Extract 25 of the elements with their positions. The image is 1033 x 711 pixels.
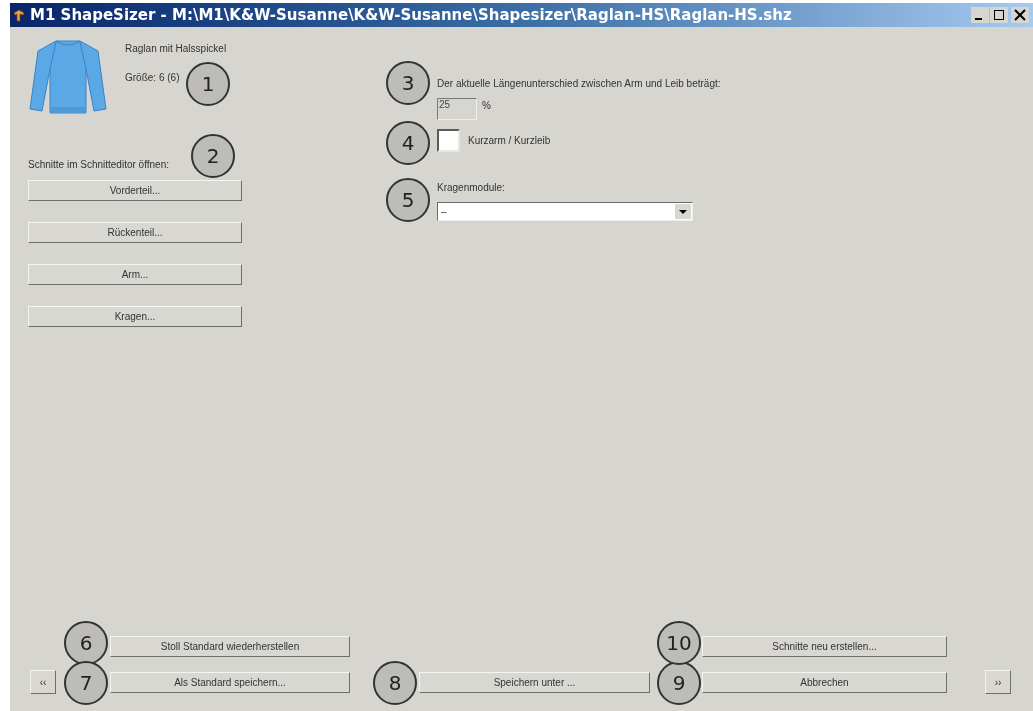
length-difference-label: Der aktuelle Längenunterschied zwischen Arm und Leib beträgt:	[437, 77, 721, 91]
editor-button[interactable]: Vorderteil...	[28, 180, 242, 201]
checkbox-label: Kurzarm / Kurzleib	[468, 134, 551, 148]
garment-name: Raglan mit Halsspickel	[125, 42, 227, 56]
percent-unit: %	[482, 99, 491, 113]
cancel-button[interactable]: Abbrechen	[702, 671, 947, 693]
checkbox[interactable]	[437, 129, 460, 152]
maximize-icon[interactable]	[990, 7, 1008, 23]
editor-button[interactable]: Arm...	[28, 264, 242, 285]
regenerate-button[interactable]: Schnitte neu erstellen...	[702, 636, 947, 657]
previous-button[interactable]: ‹‹	[30, 670, 56, 694]
editor-label: Schnitte im Schnitteditor öffnen:	[28, 158, 170, 172]
close-icon[interactable]	[1011, 7, 1029, 23]
percent-field[interactable]: 25	[437, 98, 477, 120]
save-default-button[interactable]: Als Standard speichern...	[110, 671, 350, 693]
editor-button[interactable]: Kragen...	[28, 306, 242, 327]
minimize-icon[interactable]	[971, 7, 989, 23]
collar-dropdown[interactable]: –	[437, 202, 693, 221]
next-button[interactable]: ››	[985, 670, 1011, 694]
collar-label: Kragenmodule:	[437, 181, 506, 195]
editor-button[interactable]: Rückenteil...	[28, 222, 242, 243]
garment-size: Größe: 6 (6)	[125, 71, 180, 85]
window-title: M1 ShapeSizer - M:\M1\K&W-Susanne\K&W-Susanne\Shapesizer\Raglan-HS\Raglan-HS.shz	[30, 4, 792, 26]
save-as-button[interactable]: Speichern unter ...	[419, 671, 650, 693]
restore-button[interactable]: Stoll Standard wiederherstellen	[110, 636, 350, 657]
